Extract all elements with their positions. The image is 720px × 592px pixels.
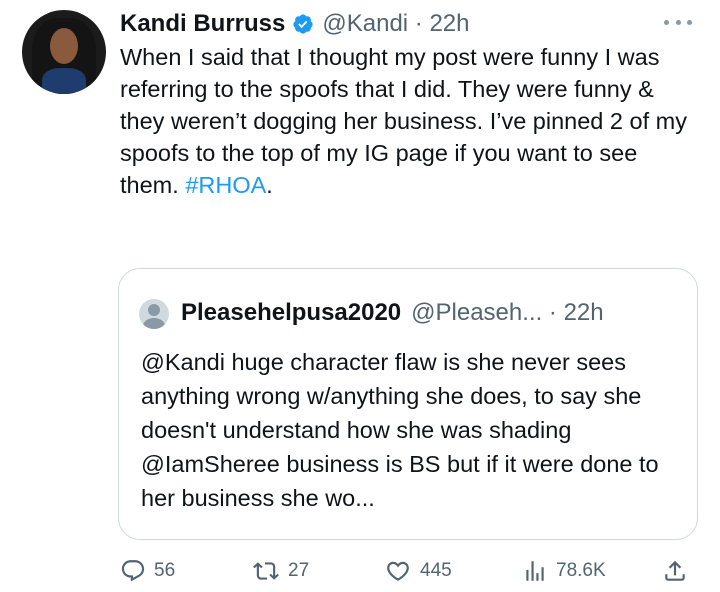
hashtag-suffix: . xyxy=(266,172,273,198)
share-button[interactable] xyxy=(662,558,688,584)
verified-badge-icon xyxy=(293,14,313,34)
author-avatar[interactable] xyxy=(22,10,106,94)
like-icon xyxy=(387,561,409,581)
quote-author-avatar[interactable] xyxy=(139,299,169,329)
quoted-tweet[interactable]: Pleasehelpusa2020 @Pleaseh... · 22h @Kan… xyxy=(118,268,698,540)
views-button[interactable]: 78.6K xyxy=(522,558,606,584)
views-icon xyxy=(526,561,544,581)
reply-button[interactable]: 56 xyxy=(120,558,175,584)
reply-count: 56 xyxy=(154,560,176,581)
like-button[interactable]: 445 xyxy=(384,558,452,584)
tweet-actions: 56 27 445 78.6K xyxy=(118,554,698,588)
author-handle-time[interactable]: @Kandi · 22h xyxy=(322,10,469,38)
share-icon xyxy=(665,560,685,581)
quote-author-name[interactable]: Pleasehelpusa2020 xyxy=(181,299,401,327)
retweet-button[interactable]: 27 xyxy=(252,558,309,584)
quote-text: @Kandi huge character flaw is she never … xyxy=(141,349,659,511)
quote-header: Pleasehelpusa2020 @Pleaseh... · 22h xyxy=(181,297,604,329)
tweet-text: When I said that I thought my post were … xyxy=(120,41,700,201)
quote-author-handle-time[interactable]: @Pleaseh... · 22h xyxy=(411,299,603,327)
retweet-count: 27 xyxy=(288,560,310,581)
reply-icon xyxy=(121,560,145,582)
views-count: 78.6K xyxy=(556,560,606,581)
like-count: 445 xyxy=(420,560,452,581)
tweet-header: Kandi Burruss @Kandi · 22h xyxy=(120,8,470,40)
retweet-icon xyxy=(253,562,279,580)
hashtag-link[interactable]: #RHOA xyxy=(185,172,266,198)
more-icon[interactable] xyxy=(664,14,692,30)
author-name[interactable]: Kandi Burruss xyxy=(120,10,285,38)
